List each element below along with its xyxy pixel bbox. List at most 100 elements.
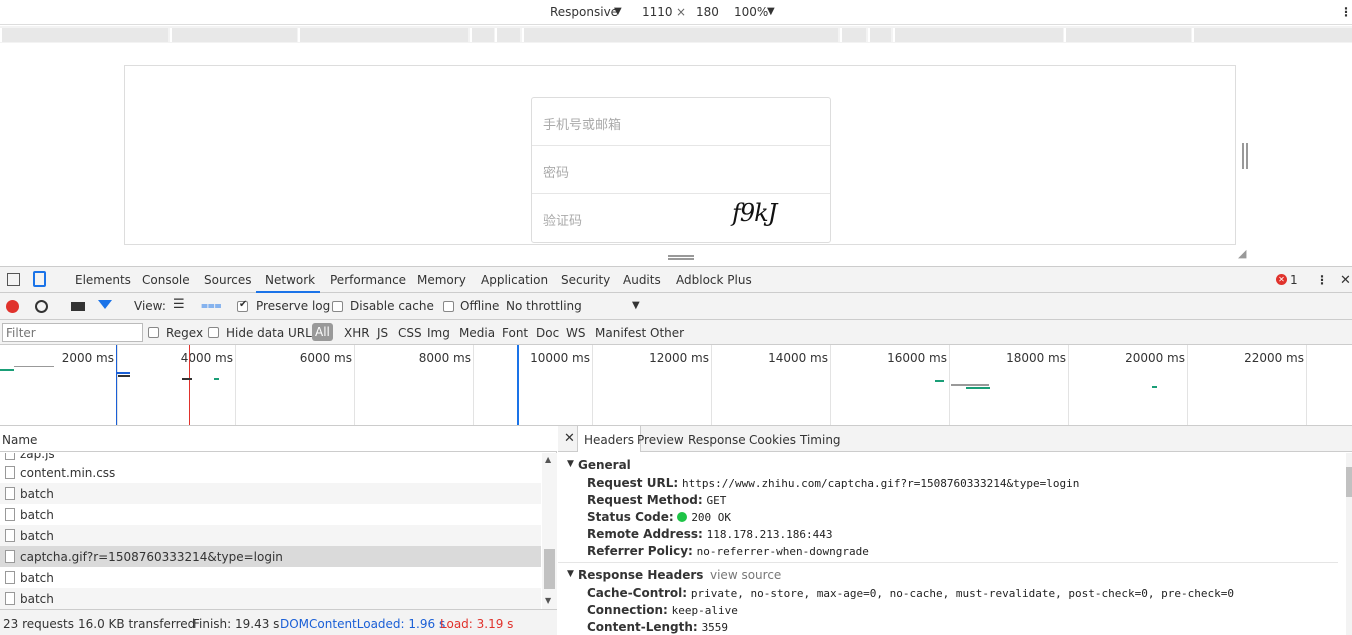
- viewport-height-input[interactable]: 180: [696, 5, 719, 19]
- network-overview-timeline[interactable]: 2000 ms 4000 ms 6000 ms 8000 ms 10000 ms…: [0, 345, 1352, 426]
- captcha-field[interactable]: 验证码 f9kJ: [532, 194, 830, 242]
- disable-cache-checkbox[interactable]: [332, 301, 343, 312]
- request-row[interactable]: batch: [0, 567, 541, 588]
- response-headers-title[interactable]: Response Headers: [578, 568, 703, 582]
- request-list-scrollbar[interactable]: ▲ ▼: [542, 453, 557, 609]
- filter-type-font[interactable]: Font: [502, 326, 528, 340]
- collapse-general-icon[interactable]: ▼: [567, 459, 574, 469]
- resize-corner-icon[interactable]: ◢: [1238, 247, 1246, 260]
- preserve-log-checkbox[interactable]: ✔: [237, 299, 248, 312]
- media-query-segment[interactable]: [1192, 28, 1352, 42]
- scroll-down-icon[interactable]: ▼: [545, 596, 551, 605]
- detail-tab-cookies[interactable]: Cookies: [749, 433, 796, 447]
- tab-elements[interactable]: Elements: [75, 273, 131, 287]
- scrollbar-thumb[interactable]: [544, 549, 555, 589]
- throttling-select[interactable]: No throttling: [506, 299, 582, 313]
- error-count[interactable]: 1: [1290, 273, 1298, 287]
- large-rows-icon[interactable]: ☰: [173, 297, 185, 312]
- tab-sources[interactable]: Sources: [204, 273, 251, 287]
- offline-label[interactable]: Offline: [460, 299, 499, 313]
- scroll-up-icon[interactable]: ▲: [545, 455, 551, 464]
- offline-checkbox[interactable]: [443, 301, 454, 312]
- detail-scrollbar[interactable]: [1346, 453, 1352, 635]
- media-query-segment[interactable]: [840, 28, 866, 42]
- zoom-select[interactable]: 100%: [734, 5, 768, 19]
- throttling-dropdown-icon[interactable]: ▼: [632, 300, 640, 311]
- request-bar: [0, 369, 14, 371]
- media-query-segment[interactable]: [170, 28, 297, 42]
- tab-console[interactable]: Console: [142, 273, 190, 287]
- tab-audits[interactable]: Audits: [623, 273, 661, 287]
- device-mode-select[interactable]: Responsive: [550, 5, 618, 19]
- regex-checkbox[interactable]: [148, 327, 159, 338]
- detail-scrollbar-thumb[interactable]: [1346, 467, 1352, 497]
- resize-handle-bottom[interactable]: [668, 255, 694, 260]
- tab-adblock-plus[interactable]: Adblock Plus: [676, 273, 752, 287]
- tab-performance[interactable]: Performance: [330, 273, 406, 287]
- tab-memory[interactable]: Memory: [417, 273, 466, 287]
- tab-security[interactable]: Security: [561, 273, 610, 287]
- detail-tab-headers[interactable]: Headers: [577, 426, 641, 452]
- capture-screenshots-icon[interactable]: [71, 302, 85, 311]
- request-row[interactable]: batch: [0, 483, 541, 504]
- hide-data-urls-checkbox[interactable]: [208, 327, 219, 338]
- close-detail-icon[interactable]: ✕: [564, 431, 575, 446]
- request-row[interactable]: batch: [0, 525, 541, 546]
- collapse-response-headers-icon[interactable]: ▼: [567, 569, 574, 579]
- filter-input[interactable]: [2, 323, 143, 342]
- overview-waterfall-icon[interactable]: ⩶: [201, 298, 222, 313]
- tab-application[interactable]: Application: [481, 273, 548, 287]
- view-source-link[interactable]: view source: [710, 568, 781, 582]
- regex-label[interactable]: Regex: [166, 326, 203, 340]
- media-query-segment[interactable]: [0, 28, 168, 42]
- filter-type-img[interactable]: Img: [427, 326, 450, 340]
- error-icon[interactable]: ✕: [1276, 274, 1287, 285]
- disable-cache-label[interactable]: Disable cache: [350, 299, 434, 313]
- tab-network[interactable]: Network: [265, 273, 315, 287]
- preserve-log-label[interactable]: Preserve log: [256, 299, 330, 313]
- media-query-segment[interactable]: [495, 28, 520, 42]
- media-query-segment[interactable]: [298, 28, 468, 42]
- resize-handle-right[interactable]: [1242, 143, 1248, 169]
- clear-icon[interactable]: [35, 300, 48, 313]
- media-query-segment[interactable]: [893, 28, 1063, 42]
- devtools-menu-icon[interactable]: ⋮: [1316, 273, 1328, 287]
- device-mode-dropdown-icon[interactable]: ▼: [614, 6, 622, 17]
- request-row[interactable]: batch: [0, 504, 541, 525]
- request-row[interactable]: content.min.css: [0, 462, 541, 483]
- inspect-element-icon[interactable]: [7, 273, 20, 286]
- filter-type-all[interactable]: All: [312, 323, 333, 341]
- phone-email-field[interactable]: 手机号或邮箱: [532, 98, 830, 146]
- filter-type-js[interactable]: JS: [377, 326, 388, 340]
- detail-tab-response[interactable]: Response: [688, 433, 746, 447]
- close-devtools-icon[interactable]: ✕: [1340, 273, 1351, 288]
- request-row[interactable]: batch: [0, 588, 541, 609]
- general-section-title[interactable]: General: [578, 458, 631, 472]
- request-bar: [116, 372, 130, 374]
- filter-icon[interactable]: [98, 300, 112, 309]
- detail-tab-preview[interactable]: Preview: [637, 433, 684, 447]
- media-query-segment[interactable]: [470, 28, 494, 42]
- detail-tab-timing[interactable]: Timing: [800, 433, 841, 447]
- zoom-dropdown-icon[interactable]: ▼: [767, 6, 775, 17]
- device-toolbar-toggle-icon[interactable]: [33, 271, 46, 287]
- hide-data-urls-label[interactable]: Hide data URLs: [226, 326, 318, 340]
- filter-type-doc[interactable]: Doc: [536, 326, 559, 340]
- media-query-segment[interactable]: [522, 28, 838, 42]
- more-options-icon[interactable]: ⋮: [1340, 5, 1352, 19]
- viewport-width-input[interactable]: 1110: [642, 5, 673, 19]
- time-tick: 16000 ms: [887, 351, 947, 365]
- filter-type-manifest[interactable]: Manifest: [595, 326, 646, 340]
- filter-type-media[interactable]: Media: [459, 326, 495, 340]
- filter-type-css[interactable]: CSS: [398, 326, 422, 340]
- filter-type-other[interactable]: Other: [650, 326, 684, 340]
- media-query-segment[interactable]: [868, 28, 891, 42]
- request-row-selected[interactable]: captcha.gif?r=1508760333214&type=login: [0, 546, 541, 567]
- record-icon[interactable]: [6, 300, 19, 313]
- filter-type-ws[interactable]: WS: [566, 326, 585, 340]
- media-query-segment[interactable]: [1064, 28, 1191, 42]
- captcha-image[interactable]: f9kJ: [732, 199, 777, 227]
- filter-type-xhr[interactable]: XHR: [344, 326, 370, 340]
- name-column-header[interactable]: Name: [0, 426, 557, 452]
- password-field[interactable]: 密码: [532, 146, 830, 194]
